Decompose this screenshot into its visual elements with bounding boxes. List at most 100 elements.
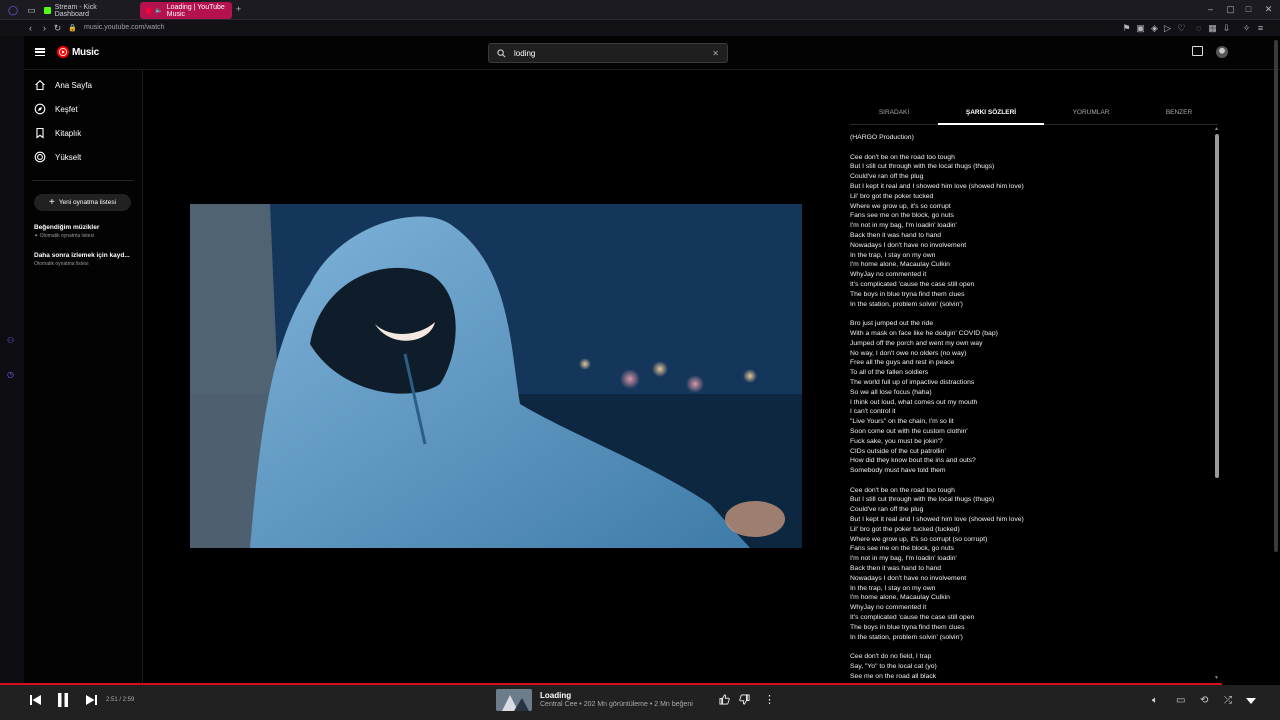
maximize-icon[interactable]: □ [1244, 5, 1253, 14]
lyrics-line: Nowadays I don't have no involvement [850, 574, 967, 582]
new-playlist-label: Yeni oynatma listesi [58, 199, 117, 206]
clear-search-icon[interactable]: ✕ [712, 49, 719, 58]
miniplayer-icon[interactable]: ▭ [1176, 695, 1188, 707]
lyrics-line: In the trap, I stay on my own [850, 584, 936, 592]
lyrics-line: Lil' bro got the poker tucked [850, 192, 934, 200]
lyrics-line: Fans see me on the block, go nuts [850, 545, 954, 553]
lyrics-scrollbar[interactable] [1215, 134, 1219, 478]
new-tab-icon[interactable]: + [234, 5, 243, 14]
sidebar-item-explore[interactable]: Keşfet [34, 103, 78, 115]
lyrics-line: Cee don't do no field, I trap [850, 653, 932, 661]
lyrics-line: Free all the guys and rest in peace [850, 359, 955, 367]
ai-icon[interactable]: ✧ [1242, 24, 1251, 33]
ytmusic-favicon-icon [146, 7, 152, 14]
more-options-icon[interactable]: ⋮ [764, 693, 775, 707]
sidebar-extension-icon[interactable]: ⚇ [7, 336, 14, 345]
lyrics-line: In the station, problem solvin' (solvin'… [850, 300, 963, 308]
forward-icon[interactable]: › [40, 24, 49, 33]
previous-icon [29, 695, 41, 705]
cast-icon[interactable] [1192, 46, 1203, 56]
menu-icon[interactable]: ≡ [1256, 24, 1265, 33]
lyrics-line: Bro just jumped out the ride [850, 320, 934, 328]
expand-player-button[interactable] [1245, 696, 1257, 705]
repeat-icon[interactable]: ⟲ [1200, 695, 1212, 707]
minimize-icon[interactable]: – [1206, 5, 1215, 14]
lyrics-line: I'm not in my bag, I'm loadin' loadin' [850, 555, 957, 563]
chat-icon[interactable]: ◌ [1194, 24, 1203, 33]
back-icon[interactable]: ‹ [26, 24, 35, 33]
lyrics-line: But I kept it real and I showed him love… [850, 516, 1024, 524]
new-playlist-button[interactable]: + Yeni oynatma listesi [34, 194, 131, 211]
bookmark-page-icon[interactable]: ⚑ [1122, 24, 1131, 33]
shuffle-icon[interactable]: ⤮ [1224, 695, 1236, 707]
scroll-up-icon[interactable]: ▲ [1214, 126, 1219, 132]
tab-lyrics[interactable]: ŞARKI SÖZLERİ [941, 109, 1041, 116]
now-playing-title[interactable]: Loading [540, 691, 571, 700]
lyrics-panel: (HARGO Production) Cee don't be on the ro… [850, 133, 1200, 681]
lyrics-line: Fuck sake, you must be jokin'? [850, 437, 943, 445]
screenshot-icon[interactable]: ▣ [1136, 24, 1145, 33]
lyrics-line: Somebody must have told them [850, 467, 946, 475]
video-player[interactable] [190, 204, 802, 548]
pause-button[interactable] [54, 690, 72, 710]
lyrics-line: It's complicated 'cause the case still o… [850, 280, 975, 288]
playlist-liked[interactable]: Beğendiğim müzikler ✦ Otomatik oynatma l… [34, 224, 139, 239]
home-icon [35, 80, 45, 91]
download-icon[interactable]: ⇩ [1222, 24, 1231, 33]
grid-icon[interactable]: ▦ [1208, 24, 1217, 33]
avatar[interactable] [1216, 46, 1228, 58]
lyrics-line: Could've ran off the plug [850, 173, 924, 181]
volume-icon[interactable]: 🔈︎ [1152, 695, 1164, 707]
lyrics-line: (HARGO Production) [850, 134, 914, 141]
lyrics-line: Cee don't be on the road too tough [850, 153, 955, 161]
lyrics-line: Back then it was hand to hand [850, 231, 942, 239]
sidebar-item-home[interactable]: Ana Sayfa [34, 79, 92, 91]
next-button[interactable] [84, 693, 98, 707]
lyrics-line: Could've ran off the plug [850, 506, 924, 514]
sidebar-item-upgrade[interactable]: Yükselt [34, 151, 81, 163]
browser-tab-kick[interactable]: Stream - Kick Dashboard [38, 2, 136, 19]
previous-button[interactable] [28, 693, 42, 707]
lyrics-line: Say, "Yo" to the local cat (yo) [850, 663, 937, 671]
like-button[interactable] [718, 693, 731, 706]
tab-overview-icon[interactable]: ▭ [27, 6, 36, 15]
now-playing-thumbnail[interactable] [496, 689, 532, 711]
ytmusic-logo[interactable]: Music [57, 46, 99, 58]
lyrics-line: But I still cut through with the local t… [850, 163, 995, 171]
pause-icon [58, 693, 68, 707]
browser-tab-label: Loading | YouTube Music [166, 3, 225, 18]
now-playing-subtitle[interactable]: Central Cee • 202 Mn görüntüleme • 2 Mn … [540, 701, 693, 708]
sidebar-item-library[interactable]: Kitaplık [34, 127, 81, 139]
lyrics-line: In the trap, I stay on my own [850, 251, 936, 259]
playlist-watch-later[interactable]: Daha sonra izlemek için kayd... Otomatik… [34, 252, 139, 267]
playlist-title: Daha sonra izlemek için kayd... [34, 252, 130, 259]
page-scrollbar[interactable] [1274, 40, 1278, 552]
scroll-down-icon[interactable]: ▼ [1214, 675, 1219, 681]
lyrics-line: It's complicated 'cause the case still o… [850, 614, 975, 622]
lyrics-line: With a mask on face like he dodgin' COVI… [850, 329, 998, 337]
restore-icon[interactable]: ▢ [1226, 5, 1235, 14]
lyrics-line: The boys in blue tryna find them clues [850, 290, 965, 298]
heart-icon[interactable]: ♡ [1177, 24, 1186, 33]
tab-up-next[interactable]: SIRADAKİ [844, 109, 944, 116]
active-tab-indicator [938, 123, 1044, 125]
lyrics-line: Fans see me on the block, go nuts [850, 212, 954, 220]
lyrics-line: The boys in blue tryna find them clues [850, 623, 965, 631]
dislike-button[interactable] [738, 693, 751, 706]
lyrics-line: Back then it was hand to hand [850, 565, 942, 573]
url-text[interactable]: music.youtube.com/watch [84, 24, 165, 31]
hamburger-icon[interactable] [35, 48, 45, 56]
sidebar-item-label: Kitaplık [55, 128, 82, 138]
search-input[interactable]: loding ✕ [488, 43, 728, 63]
close-window-icon[interactable]: ✕ [1264, 5, 1273, 14]
reload-icon[interactable]: ↻ [53, 24, 62, 33]
tab-comments[interactable]: YORUMLAR [1041, 109, 1141, 116]
browser-tab-ytmusic[interactable]: 🔈 Loading | YouTube Music [140, 2, 232, 19]
play-extension-icon[interactable]: ▷ [1163, 24, 1172, 33]
history-icon[interactable]: ◷ [7, 370, 14, 379]
tab-related[interactable]: BENZER [1129, 109, 1229, 116]
lyrics-line: In the station, problem solvin' (solvin'… [850, 633, 963, 641]
shield-icon[interactable]: ◈ [1150, 24, 1159, 33]
lyrics-line: I'm home alone, Macaulay Culkin [850, 261, 950, 269]
lyrics-stanza: Cee don't do no field, I trap Say, "Yo" t… [850, 652, 1200, 681]
